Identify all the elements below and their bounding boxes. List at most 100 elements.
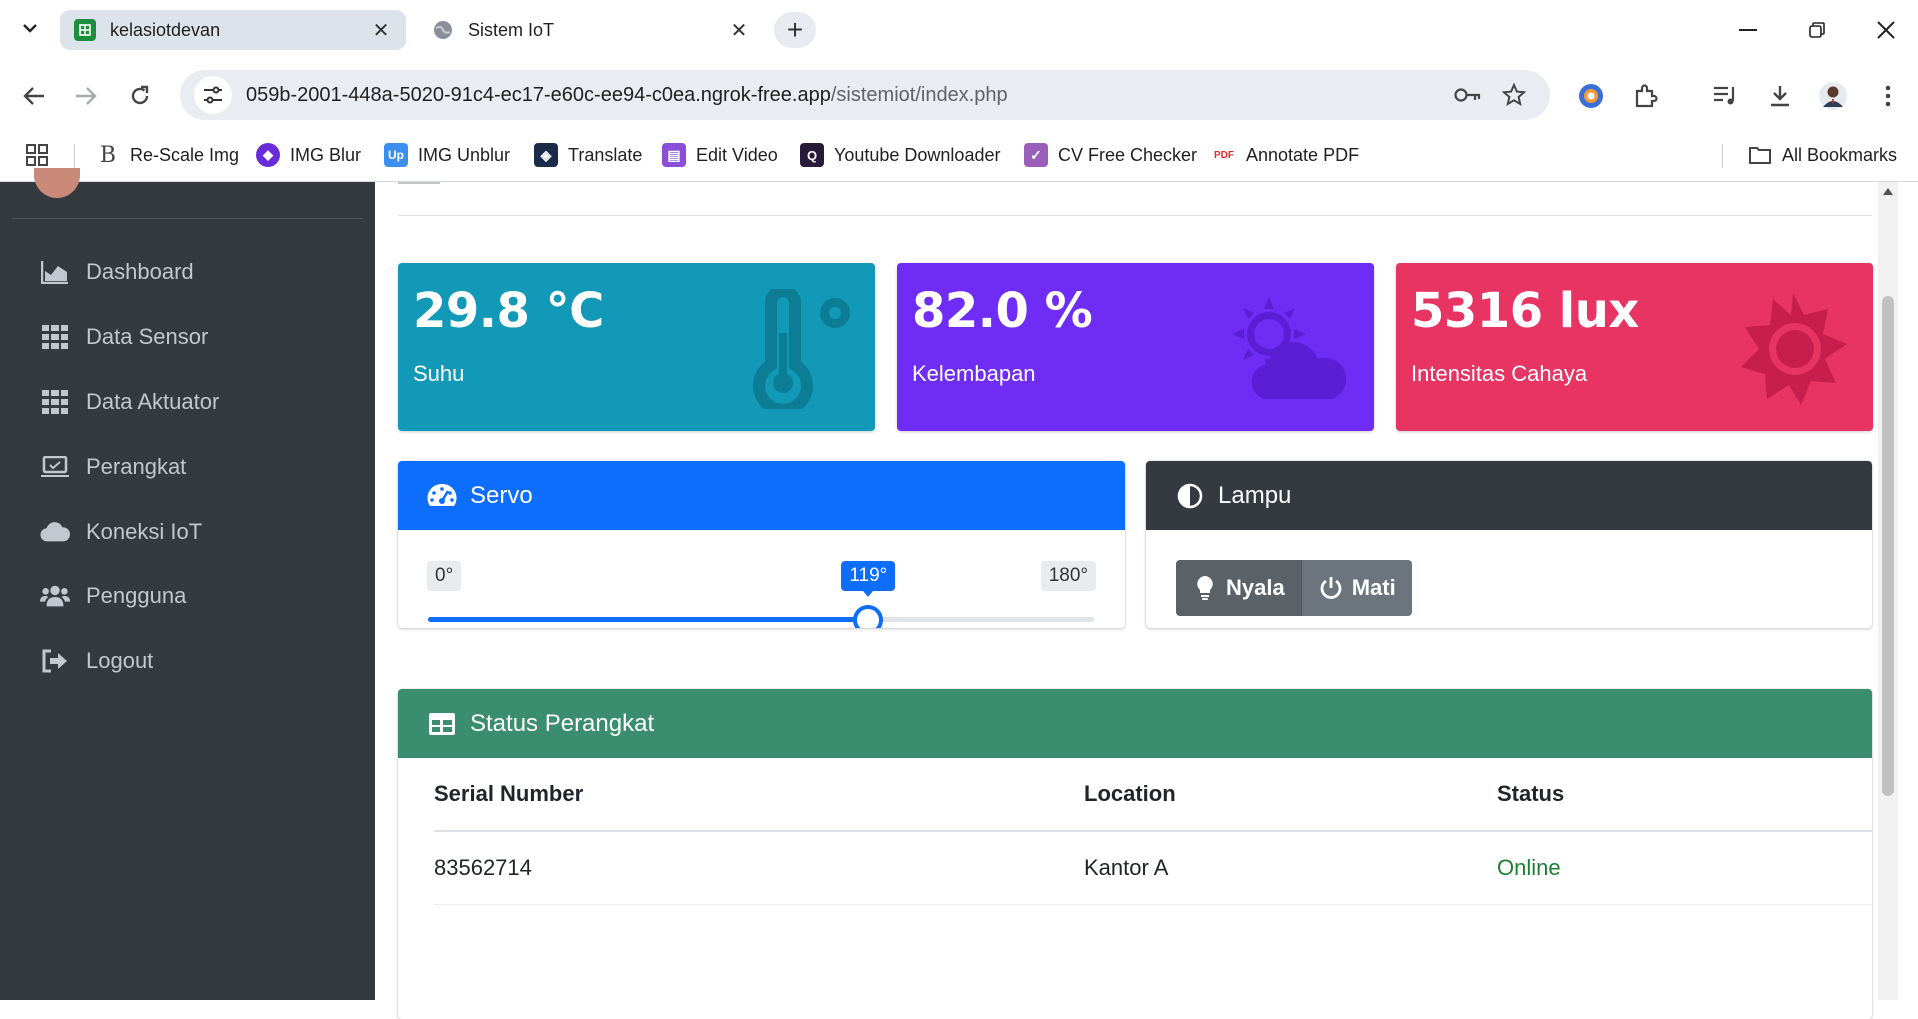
servo-slider-track[interactable] xyxy=(428,617,1094,622)
table-header-row: Serial Number Location Status xyxy=(434,758,1872,832)
bookmark-edit-video[interactable]: ▤ Edit Video xyxy=(662,138,778,172)
sidebar-item-logout[interactable]: Logout xyxy=(40,641,153,681)
back-icon[interactable] xyxy=(14,76,54,116)
cv-checker-icon: ✓ xyxy=(1024,143,1048,167)
sign-out-icon xyxy=(40,646,70,676)
bookmark-translate[interactable]: ◈ Translate xyxy=(534,138,642,172)
tachometer-icon xyxy=(426,480,458,512)
lightbulb-icon xyxy=(1192,575,1218,601)
sidebar-item-label: Perangkat xyxy=(86,454,187,479)
kebab-menu-icon[interactable] xyxy=(1868,76,1908,116)
sidebar-item-data-aktuator[interactable]: Data Aktuator xyxy=(40,382,219,422)
lampu-card: Lampu Nyala Mati xyxy=(1146,461,1872,628)
bookmark-label: CV Free Checker xyxy=(1058,144,1198,165)
bookmark-label: IMG Unblur xyxy=(418,144,511,165)
close-tab-icon[interactable]: ✕ xyxy=(728,19,750,42)
bookmark-youtube-downloader[interactable]: Q Youtube Downloader xyxy=(800,138,1000,172)
bookmarks-separator xyxy=(74,144,75,168)
new-tab-button[interactable]: + xyxy=(774,12,816,48)
info-box-kelembapan: 82.0 % Kelembapan xyxy=(897,263,1374,431)
tab-sistem-iot[interactable]: Sistem IoT ✕ xyxy=(418,10,764,50)
bookmarks-bar: B Re-Scale Img ◆ IMG Blur Up IMG Unblur … xyxy=(0,130,1918,182)
lampu-card-header: Lampu xyxy=(1146,461,1872,530)
extensions-puzzle-icon[interactable] xyxy=(1626,76,1666,116)
bookmarks-separator xyxy=(1722,144,1723,168)
lampu-button-group: Nyala Mati xyxy=(1176,560,1412,616)
media-queue-icon[interactable] xyxy=(1706,76,1746,116)
sheets-favicon-icon xyxy=(74,19,96,41)
tab-search-chevron-icon[interactable] xyxy=(16,14,44,42)
servo-max-label: 180° xyxy=(1040,561,1096,591)
close-tab-icon[interactable]: ✕ xyxy=(370,19,392,42)
sidebar-item-perangkat[interactable]: Perangkat xyxy=(40,447,186,487)
sidebar-item-pengguna[interactable]: Pengguna xyxy=(40,576,186,616)
tab-kelasiotdevan[interactable]: kelasiotdevan ✕ xyxy=(60,10,406,50)
sidebar-item-label: Dashboard xyxy=(86,259,194,284)
suhu-label: Suhu xyxy=(413,361,465,386)
suhu-value: 29.8 °C xyxy=(413,283,604,339)
bookmark-cv-free-checker[interactable]: ✓ CV Free Checker xyxy=(1024,138,1197,172)
sidebar-item-dashboard[interactable]: Dashboard xyxy=(40,252,194,292)
scroll-thumb[interactable] xyxy=(1882,296,1894,796)
sidebar-item-label: Pengguna xyxy=(86,583,187,608)
bookmark-re-scale-img[interactable]: B Re-Scale Img xyxy=(96,138,239,172)
bookmark-img-blur[interactable]: ◆ IMG Blur xyxy=(256,138,361,172)
cell-status: Online xyxy=(1497,831,1872,905)
servo-slider-fill xyxy=(428,617,869,622)
info-box-suhu: 29.8 °C Suhu xyxy=(398,263,875,431)
img-unblur-icon: Up xyxy=(384,143,408,167)
bookmark-star-icon[interactable] xyxy=(1498,79,1530,111)
servo-slider-handle[interactable] xyxy=(853,605,884,628)
sidebar-divider xyxy=(12,218,363,219)
scroll-up-arrow-icon[interactable] xyxy=(1883,188,1893,195)
profile-avatar-icon[interactable] xyxy=(1813,76,1853,116)
rescale-b-icon: B xyxy=(99,142,117,168)
url-path: /sistemiot/index.php xyxy=(830,83,1008,106)
page: Dashboard Data Sensor Data Aktuator Pera… xyxy=(0,168,1918,1019)
sidebar: Dashboard Data Sensor Data Aktuator Pera… xyxy=(0,168,375,1000)
cahaya-label: Intensitas Cahaya xyxy=(1411,361,1588,386)
site-settings-icon[interactable] xyxy=(194,76,232,114)
sidebar-item-koneksi-iot[interactable]: Koneksi IoT xyxy=(40,512,202,552)
cahaya-value: 5316 lux xyxy=(1411,283,1639,339)
mati-button[interactable]: Mati xyxy=(1300,560,1412,616)
restore-icon[interactable] xyxy=(1797,10,1837,50)
globe-favicon-icon xyxy=(432,19,454,41)
header-divider xyxy=(398,215,1872,216)
address-bar[interactable]: 059b-2001-448a-5020-91c4-ec17-e60c-ee94-… xyxy=(180,70,1550,120)
contrast-adjust-icon xyxy=(1174,480,1206,512)
all-bookmarks-button[interactable]: All Bookmarks xyxy=(1748,138,1897,172)
table-grid-icon xyxy=(40,387,70,417)
page-scrollbar[interactable] xyxy=(1878,182,1898,1000)
bookmark-annotate-pdf[interactable]: PDF Annotate PDF xyxy=(1212,138,1359,172)
status-card-header: Status Perangkat xyxy=(398,689,1872,758)
kelembapan-value: 82.0 % xyxy=(912,283,1093,339)
nyala-button[interactable]: Nyala xyxy=(1176,560,1301,616)
minimize-icon[interactable] xyxy=(1728,10,1768,50)
laptop-icon xyxy=(40,452,70,482)
apps-grid-icon[interactable] xyxy=(26,138,48,172)
extension-logo-icon[interactable] xyxy=(1571,76,1611,116)
forward-icon[interactable] xyxy=(66,76,106,116)
status-table-wrapper: Serial Number Location Status 83562714 K… xyxy=(398,758,1872,905)
servo-min-label: 0° xyxy=(427,561,462,591)
youtube-downloader-icon: Q xyxy=(800,143,824,167)
download-icon[interactable] xyxy=(1760,76,1800,116)
folder-icon xyxy=(1748,143,1772,167)
sun-icon xyxy=(1741,293,1847,405)
status-card-title: Status Perangkat xyxy=(470,709,655,737)
table-icon xyxy=(426,708,458,740)
header-remnant xyxy=(398,182,440,184)
users-icon xyxy=(40,581,70,611)
bookmark-img-unblur[interactable]: Up IMG Unblur xyxy=(384,138,510,172)
table-grid-icon xyxy=(40,322,70,352)
bookmark-label: Re-Scale Img xyxy=(130,144,240,165)
reload-icon[interactable] xyxy=(120,76,160,116)
thermometer-icon xyxy=(753,289,850,409)
sidebar-item-data-sensor[interactable]: Data Sensor xyxy=(40,317,208,357)
close-window-icon[interactable] xyxy=(1866,10,1906,50)
edit-video-icon: ▤ xyxy=(662,143,686,167)
bookmark-label: Annotate PDF xyxy=(1246,144,1360,165)
password-key-icon[interactable] xyxy=(1452,79,1484,111)
sidebar-item-label: Data Aktuator xyxy=(86,389,220,414)
